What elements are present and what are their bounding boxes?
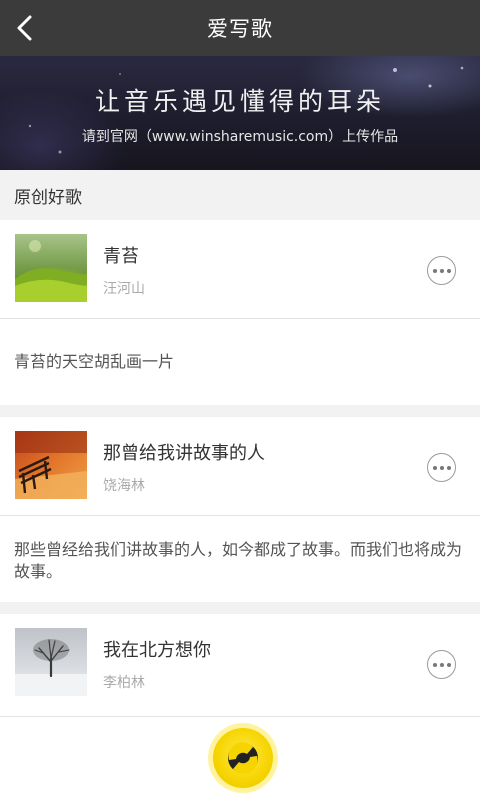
song-card-head[interactable]: 青苔 汪河山 xyxy=(0,220,480,318)
song-card[interactable]: 青苔 汪河山 青苔的天空胡乱画一片 xyxy=(0,220,480,405)
disc-button-face xyxy=(213,728,273,788)
more-button[interactable] xyxy=(427,256,456,285)
song-thumbnail xyxy=(15,431,87,499)
song-thumbnail xyxy=(15,628,87,696)
snow-tree-photo xyxy=(15,628,87,696)
back-button[interactable] xyxy=(4,8,44,48)
more-dots-icon xyxy=(432,268,437,273)
more-button[interactable] xyxy=(427,453,456,482)
song-card[interactable]: 那曾给我讲故事的人 饶海林 那些曾经给我们讲故事的人，如今都成了故事。而我们也将… xyxy=(0,417,480,602)
more-dots-icon xyxy=(432,465,437,470)
music-disc-icon xyxy=(228,742,258,774)
top-bar: 爱写歌 xyxy=(0,0,480,56)
banner-slogan: 让音乐遇见懂得的耳朵 xyxy=(94,87,385,116)
song-artist: 汪河山 xyxy=(103,281,145,297)
divider xyxy=(0,318,480,319)
section-title: 原创好歌 xyxy=(0,170,480,220)
music-disc-button[interactable] xyxy=(208,723,278,793)
promo-banner[interactable]: 让音乐遇见懂得的耳朵 请到官网（www.winsharemusic.com）上传… xyxy=(0,56,480,170)
song-description: 青苔的天空胡乱画一片 xyxy=(14,352,175,371)
song-thumbnail xyxy=(15,234,87,302)
banner-subtitle: 请到官网（www.winsharemusic.com）上传作品 xyxy=(81,129,399,145)
more-dots-icon xyxy=(432,662,437,667)
divider xyxy=(0,515,480,516)
song-card-head[interactable]: 那曾给我讲故事的人 饶海林 xyxy=(0,417,480,515)
page-title: 爱写歌 xyxy=(207,17,273,41)
song-card-head[interactable]: 我在北方想你 李柏林 xyxy=(0,614,480,712)
song-title: 那曾给我讲故事的人 xyxy=(103,443,265,464)
song-card[interactable]: 我在北方想你 李柏林 xyxy=(0,614,480,716)
song-title: 我在北方想你 xyxy=(103,640,211,661)
moss-photo xyxy=(15,234,87,302)
more-button[interactable] xyxy=(427,650,456,679)
song-artist: 饶海林 xyxy=(103,478,145,494)
autumn-bench-photo xyxy=(15,431,87,499)
song-artist: 李柏林 xyxy=(103,675,145,691)
song-description: 那些曾经给我们讲故事的人，如今都成了故事。而我们也将成为故事。 xyxy=(14,540,463,581)
back-arrow-icon xyxy=(17,15,32,41)
song-title: 青苔 xyxy=(103,246,139,267)
